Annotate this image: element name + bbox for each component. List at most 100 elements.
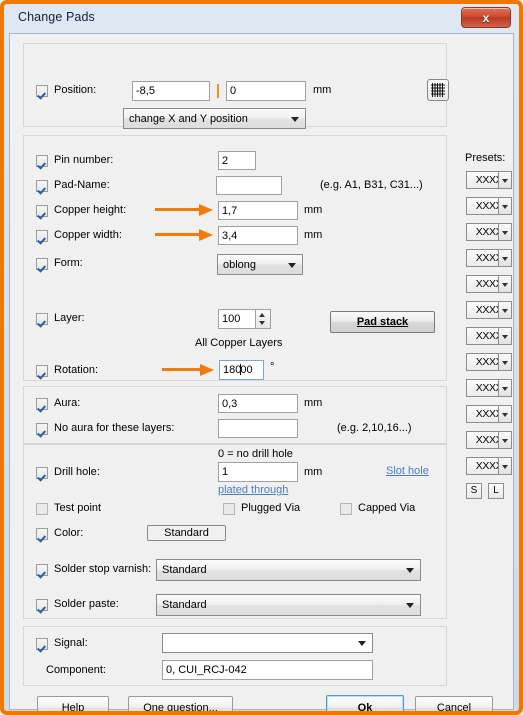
solder-stop-varnish-select[interactable]: Standard [156, 559, 421, 581]
rotation-input[interactable]: 18000 [219, 360, 264, 380]
preset-dropdown-icon[interactable] [498, 353, 512, 371]
position-checkbox[interactable] [36, 85, 48, 97]
drill-hole-label: Drill hole: [54, 466, 100, 478]
color-standard-button[interactable]: Standard [147, 525, 226, 541]
preset-button-8[interactable]: XXXX [466, 353, 512, 371]
capped-via-label: Capped Via [358, 502, 416, 514]
grid-icon-button[interactable] [427, 79, 449, 101]
ok-label: Ok [357, 702, 373, 714]
rotation-value-before-caret: 180 [223, 364, 242, 376]
preset-dropdown-icon[interactable] [498, 379, 512, 397]
solder-stop-varnish-checkbox[interactable] [36, 564, 48, 576]
form-select[interactable]: oblong [217, 254, 303, 275]
no-aura-checkbox[interactable] [36, 423, 48, 435]
aura-checkbox[interactable] [36, 398, 48, 410]
layer-input[interactable]: 100 [218, 309, 256, 329]
dialog-client-area: Position: -8,5 0 mm change X and Y posit… [9, 33, 514, 711]
solder-paste-value: Standard [162, 599, 207, 611]
spinner-up-icon[interactable] [259, 313, 265, 317]
signal-select[interactable] [162, 633, 373, 653]
form-checkbox[interactable] [36, 258, 48, 270]
pad-name-checkbox[interactable] [36, 180, 48, 192]
close-button[interactable]: x [461, 7, 511, 28]
position-mode-value: change X and Y position [129, 113, 248, 125]
copper-width-input[interactable]: 3,4 [218, 226, 298, 245]
pad-stack-button[interactable]: Pad stack [330, 311, 435, 333]
pin-number-checkbox[interactable] [36, 155, 48, 167]
preset-dropdown-icon[interactable] [498, 327, 512, 345]
copper-width-unit: mm [304, 229, 323, 241]
preset-dropdown-icon[interactable] [498, 275, 512, 293]
rotation-label: Rotation: [54, 364, 99, 376]
position-x-input[interactable]: -8,5 [132, 81, 210, 101]
preset-button-6[interactable]: XXXX [466, 301, 512, 319]
no-aura-input[interactable] [218, 419, 298, 438]
copper-height-input[interactable]: 1,7 [218, 201, 298, 220]
preset-dropdown-icon[interactable] [498, 171, 512, 189]
form-label: Form: [54, 257, 83, 269]
ok-button[interactable]: Ok [326, 695, 404, 714]
slot-hole-link[interactable]: Slot hole [386, 465, 429, 477]
pad-name-hint: (e.g. A1, B31, C31...) [320, 179, 423, 191]
preset-button-1[interactable]: XXXX [466, 171, 512, 189]
spinner-down-icon[interactable] [259, 321, 265, 325]
drill-hole-note: 0 = no drill hole [218, 448, 293, 460]
chevron-down-icon [358, 641, 366, 646]
capped-via-checkbox[interactable] [340, 503, 352, 515]
test-point-label: Test point [54, 502, 102, 514]
preset-dropdown-icon[interactable] [498, 301, 512, 319]
preset-dropdown-icon[interactable] [498, 197, 512, 215]
color-label: Color: [54, 527, 84, 539]
plated-through-link[interactable]: plated through [218, 484, 288, 496]
drill-hole-checkbox[interactable] [36, 467, 48, 479]
preset-button-2[interactable]: XXXX [466, 197, 512, 215]
component-input[interactable]: 0, CUI_RCJ-042 [162, 660, 373, 680]
preset-button-9[interactable]: XXXX [466, 379, 512, 397]
position-y-input[interactable]: 0 [226, 81, 306, 101]
preset-dropdown-icon[interactable] [498, 457, 512, 475]
chevron-down-icon [406, 568, 414, 573]
one-question-button[interactable]: One question... [128, 696, 233, 714]
position-unit: mm [313, 84, 332, 96]
aura-input[interactable]: 0,3 [218, 394, 298, 413]
help-button[interactable]: Help [37, 696, 109, 711]
one-question-label: One question... [143, 702, 218, 714]
preset-dropdown-icon[interactable] [498, 405, 512, 423]
preset-button-5[interactable]: XXXX [466, 275, 512, 293]
chevron-down-icon [406, 603, 414, 608]
position-mode-select[interactable]: change X and Y position [123, 108, 306, 129]
preset-load-button[interactable]: L [488, 483, 504, 499]
test-point-checkbox[interactable] [36, 503, 48, 515]
pad-name-label: Pad-Name: [54, 179, 110, 191]
preset-dropdown-icon[interactable] [498, 431, 512, 449]
drill-hole-input[interactable]: 1 [218, 462, 298, 482]
copper-height-label: Copper height: [54, 204, 127, 216]
preset-button-4[interactable]: XXXX [466, 249, 512, 267]
rotation-value-after-caret: 00 [240, 364, 253, 376]
title-bar: Change Pads x [4, 4, 519, 33]
color-checkbox[interactable] [36, 528, 48, 540]
preset-dropdown-icon[interactable] [498, 249, 512, 267]
preset-dropdown-icon[interactable] [498, 223, 512, 241]
pad-name-input[interactable] [216, 176, 282, 195]
preset-button-7[interactable]: XXXX [466, 327, 512, 345]
preset-button-12[interactable]: XXXX [466, 457, 512, 475]
plugged-via-checkbox[interactable] [223, 503, 235, 515]
dialog-window: Change Pads x Position: -8,5 0 mm change… [0, 0, 523, 715]
preset-button-3[interactable]: XXXX [466, 223, 512, 241]
rotation-checkbox[interactable] [36, 365, 48, 377]
preset-button-10[interactable]: XXXX [466, 405, 512, 423]
pin-number-label: Pin number: [54, 154, 114, 166]
preset-save-button[interactable]: S [466, 483, 482, 499]
layer-spinner[interactable] [256, 309, 271, 329]
signal-checkbox[interactable] [36, 638, 48, 650]
copper-width-checkbox[interactable] [36, 230, 48, 242]
signal-label: Signal: [54, 637, 88, 649]
preset-button-11[interactable]: XXXX [466, 431, 512, 449]
solder-paste-checkbox[interactable] [36, 599, 48, 611]
pin-number-input[interactable]: 2 [218, 151, 256, 170]
solder-paste-select[interactable]: Standard [156, 594, 421, 616]
copper-height-checkbox[interactable] [36, 205, 48, 217]
layer-checkbox[interactable] [36, 313, 48, 325]
cancel-button[interactable]: Cancel [415, 696, 493, 711]
